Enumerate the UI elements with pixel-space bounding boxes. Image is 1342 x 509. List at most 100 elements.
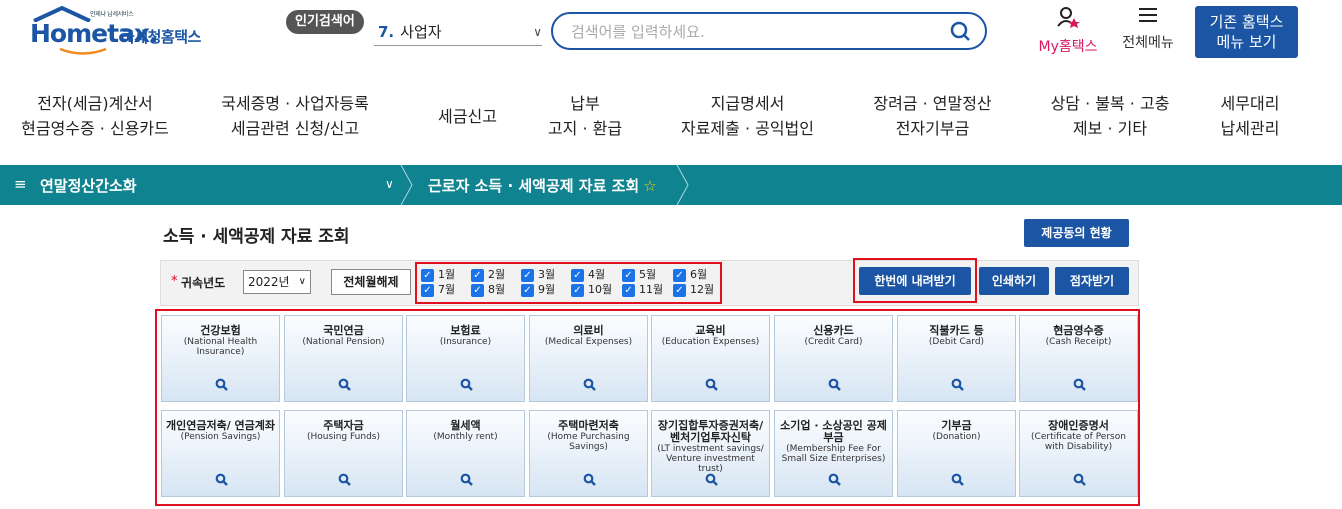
magnifier-icon[interactable] xyxy=(338,378,351,391)
tile-national-pension[interactable]: 국민연금 (National Pension) xyxy=(284,315,403,402)
popular-rank: 7. xyxy=(378,23,395,41)
year-select[interactable]: 2022년 ∨ xyxy=(243,270,311,294)
magnifier-icon[interactable] xyxy=(338,473,351,486)
nav-item-line1: 상담 · 불복 · 고충 xyxy=(1050,94,1170,113)
tile-subtitle: (Insurance) xyxy=(439,337,492,347)
magnifier-icon[interactable] xyxy=(583,378,596,391)
checkbox-checked-icon: ✓ xyxy=(622,283,635,297)
download-all-button[interactable]: 한번에 내려받기 xyxy=(859,267,971,295)
old-menu-button[interactable]: 기존 홈택스 메뉴 보기 xyxy=(1195,6,1298,58)
search-input[interactable] xyxy=(571,21,931,43)
nav-item-line1: 납부 xyxy=(570,94,600,113)
old-menu-line2: 메뉴 보기 xyxy=(1216,33,1277,51)
tile-title: 국민연금 xyxy=(323,324,364,337)
month-checkbox[interactable]: ✓ 9월 xyxy=(521,283,555,297)
hometax-logo[interactable]: 언제냐 납세서비스 Hometax. 국세청홈택스 xyxy=(28,6,228,56)
month-checkbox[interactable]: ✓ 6월 xyxy=(673,268,707,282)
consent-status-button[interactable]: 제공동의 현황 xyxy=(1024,219,1129,247)
tile-cash-receipt[interactable]: 현금영수증 (Cash Receipt) xyxy=(1019,315,1138,402)
tile-title: 월세액 xyxy=(450,419,481,432)
print-button[interactable]: 인쇄하기 xyxy=(979,267,1049,295)
magnifier-icon[interactable] xyxy=(460,378,473,391)
nav-item-line2: 세금관련 신청/신고 xyxy=(230,119,360,138)
search-icon[interactable] xyxy=(949,20,971,42)
tile-subtitle: (Medical Expenses) xyxy=(544,337,633,347)
magnifier-icon[interactable] xyxy=(951,473,964,486)
required-marker: * xyxy=(171,274,178,289)
month-checkbox[interactable]: ✓ 7월 xyxy=(421,283,455,297)
nav-item-tax-agent[interactable]: 세무대리 납세관리 xyxy=(1200,86,1300,146)
tile-disability-certificate[interactable]: 장애인증명서 (Certificate of Person with Disabi… xyxy=(1019,410,1138,497)
magnifier-icon[interactable] xyxy=(215,378,228,391)
tile-medical-expenses[interactable]: 의료비 (Medical Expenses) xyxy=(529,315,648,402)
month-checkbox[interactable]: ✓ 10월 xyxy=(571,283,612,297)
nav-item-payment[interactable]: 납부 고지 · 환급 xyxy=(530,86,640,146)
magnifier-icon[interactable] xyxy=(828,473,841,486)
star-icon[interactable]: ☆ xyxy=(643,177,656,195)
magnifier-icon[interactable] xyxy=(215,473,228,486)
nav-item-consultation[interactable]: 상담 · 불복 · 고충 제보 · 기타 xyxy=(1030,86,1190,146)
nav-item-line2: 납세관리 xyxy=(1220,119,1280,138)
checkbox-checked-icon: ✓ xyxy=(673,283,686,297)
chevron-down-icon[interactable]: ∨ xyxy=(385,177,394,191)
magnifier-icon[interactable] xyxy=(828,378,841,391)
breadcrumb-section[interactable]: 연말정산간소화 xyxy=(40,175,137,196)
magnifier-icon[interactable] xyxy=(705,378,718,391)
logo-swoosh-icon xyxy=(59,47,107,55)
tile-pension-savings[interactable]: 개인연금저축/ 연금계좌 (Pension Savings) xyxy=(161,410,280,497)
nav-item-e-invoice[interactable]: 전자(세금)계산서 현금영수증 · 신용카드 xyxy=(10,86,180,146)
magnifier-icon[interactable] xyxy=(583,473,596,486)
nav-item-incentive[interactable]: 장려금 · 연말정산 전자기부금 xyxy=(850,86,1015,146)
tile-credit-card[interactable]: 신용카드 (Credit Card) xyxy=(774,315,893,402)
tile-subtitle: (National Health Insurance) xyxy=(183,337,258,357)
tile-subtitle: (Debit Card) xyxy=(928,337,985,347)
tile-title: 주택자금 xyxy=(323,419,364,432)
nav-item-tax-filing[interactable]: 세금신고 xyxy=(420,86,515,146)
tile-donation[interactable]: 기부금 (Donation) xyxy=(897,410,1016,497)
nav-item-line2: 자료제출 · 공익법인 xyxy=(680,119,815,138)
tile-monthly-rent[interactable]: 월세액 (Monthly rent) xyxy=(406,410,525,497)
tile-housing-funds[interactable]: 주택자금 (Housing Funds) xyxy=(284,410,403,497)
magnifier-icon[interactable] xyxy=(1073,378,1086,391)
nav-item-line2: 제보 · 기타 xyxy=(1072,119,1148,138)
tile-health-insurance[interactable]: 건강보험 (National Health Insurance) xyxy=(161,315,280,402)
all-menu-button[interactable]: 전체메뉴 xyxy=(1116,6,1180,52)
tile-subtitle: (Donation) xyxy=(932,432,981,442)
month-checkbox[interactable]: ✓ 11월 xyxy=(622,283,663,297)
tile-debit-card[interactable]: 직불카드 등 (Debit Card) xyxy=(897,315,1016,402)
tile-lt-investment-savings[interactable]: 장기집합투자증권저축/ 벤처기업투자신탁 (LT investment savin… xyxy=(651,410,770,497)
checkbox-checked-icon: ✓ xyxy=(471,268,484,282)
month-checkbox[interactable]: ✓ 2월 xyxy=(471,268,505,282)
month-checkbox[interactable]: ✓ 5월 xyxy=(622,268,656,282)
tile-home-purchase-savings[interactable]: 주택마련저축 (Home Purchasing Savings) xyxy=(529,410,648,497)
tile-title: 기부금 xyxy=(941,419,972,432)
tile-small-enterprise-mutual-aid[interactable]: 소기업 · 소상공인 공제부금 (Membership Fee For Small… xyxy=(774,410,893,497)
year-label: 귀속년도 xyxy=(181,276,226,290)
tile-education-expenses[interactable]: 교육비 (Education Expenses) xyxy=(651,315,770,402)
tile-subtitle: (Certificate of Person with Disability) xyxy=(1031,432,1126,452)
magnifier-icon[interactable] xyxy=(1073,473,1086,486)
my-hometax-link[interactable]: My홈택스 xyxy=(1032,6,1104,56)
checkbox-checked-icon: ✓ xyxy=(521,283,534,297)
all-menu-label: 전체메뉴 xyxy=(1122,35,1174,51)
tile-insurance[interactable]: 보험료 (Insurance) xyxy=(406,315,525,402)
tile-subtitle: (Pension Savings) xyxy=(180,432,261,442)
magnifier-icon[interactable] xyxy=(460,473,473,486)
braille-receive-button[interactable]: 점자받기 xyxy=(1055,267,1129,295)
magnifier-icon[interactable] xyxy=(951,378,964,391)
popular-search-dropdown[interactable]: 7. 사업자 ∨ xyxy=(374,18,542,46)
month-checkbox[interactable]: ✓ 8월 xyxy=(471,283,505,297)
month-checkbox[interactable]: ✓ 3월 xyxy=(521,268,555,282)
logo-tagline: 언제냐 납세서비스 xyxy=(90,11,134,18)
tile-title: 현금영수증 xyxy=(1053,324,1104,337)
nav-item-payment-statement[interactable]: 지급명세서 자료제출 · 공익법인 xyxy=(660,86,835,146)
magnifier-icon[interactable] xyxy=(705,473,718,486)
nav-item-certificates[interactable]: 국세증명 · 사업자등록 세금관련 신청/신고 xyxy=(200,86,390,146)
menu-icon[interactable]: ≡ xyxy=(14,175,27,193)
month-checkbox[interactable]: ✓ 1월 xyxy=(421,268,455,282)
tile-title: 주택마련저축 xyxy=(558,419,619,432)
deselect-all-months-button[interactable]: 전체월해제 xyxy=(331,269,411,295)
month-checkbox[interactable]: ✓ 4월 xyxy=(571,268,605,282)
month-checkbox[interactable]: ✓ 12월 xyxy=(673,283,714,297)
month-label: 5월 xyxy=(639,268,657,281)
